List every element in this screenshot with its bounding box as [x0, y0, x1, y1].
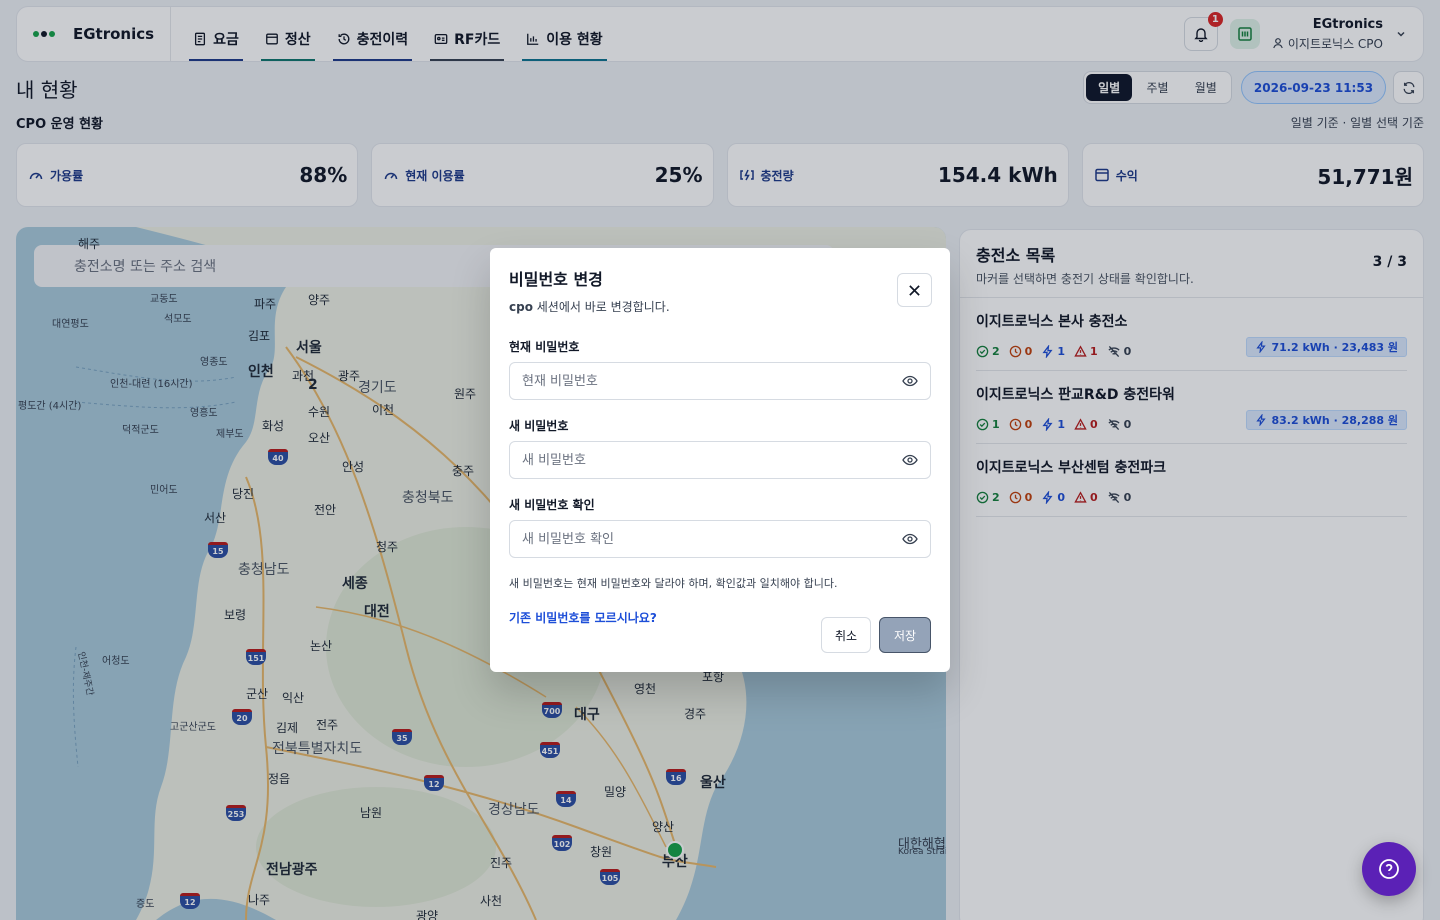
dialog-subtitle: cpo 세션에서 바로 변경합니다.	[509, 298, 931, 315]
new-password-input[interactable]	[522, 452, 902, 468]
change-password-dialog: 비밀번호 변경 cpo 세션에서 바로 변경합니다. 현재 비밀번호 새 비밀번…	[490, 248, 950, 672]
eye-icon[interactable]	[902, 373, 918, 389]
current-password-input[interactable]	[522, 373, 902, 389]
current-password-label: 현재 비밀번호	[509, 340, 580, 354]
new-password-label: 새 비밀번호	[509, 419, 569, 433]
save-button[interactable]: 저장	[879, 617, 931, 653]
confirm-password-input[interactable]	[522, 531, 902, 547]
dialog-actions: 취소 저장	[821, 617, 931, 653]
subtitle-text: 세션에서 바로 변경합니다.	[532, 300, 670, 314]
confirm-password-label: 새 비밀번호 확인	[509, 498, 595, 512]
new-password-field	[509, 441, 931, 479]
eye-icon[interactable]	[902, 531, 918, 547]
session-name: cpo	[509, 300, 533, 314]
current-password-field	[509, 362, 931, 400]
confirm-password-field	[509, 520, 931, 558]
password-hint: 새 비밀번호는 현재 비밀번호와 달라야 하며, 확인값과 일치해야 합니다.	[509, 577, 838, 590]
eye-icon[interactable]	[902, 452, 918, 468]
close-button[interactable]	[897, 273, 932, 307]
dialog-title: 비밀번호 변경	[509, 270, 603, 289]
close-icon	[909, 284, 920, 296]
question-circle-icon	[1379, 859, 1399, 879]
help-button[interactable]	[1362, 842, 1416, 896]
cancel-button[interactable]: 취소	[821, 617, 871, 653]
